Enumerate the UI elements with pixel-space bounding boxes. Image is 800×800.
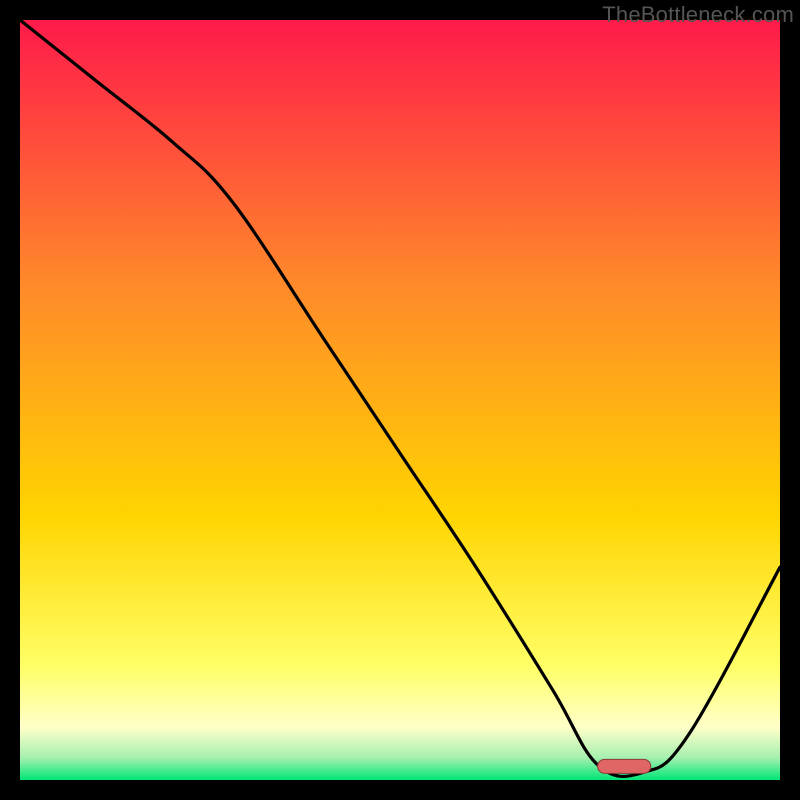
- gradient-background: [20, 20, 780, 780]
- optimum-marker: [598, 759, 651, 773]
- watermark-text: TheBottleneck.com: [602, 2, 794, 28]
- bottleneck-chart: [20, 20, 780, 780]
- plot-area: [20, 20, 780, 780]
- chart-frame: TheBottleneck.com: [0, 0, 800, 800]
